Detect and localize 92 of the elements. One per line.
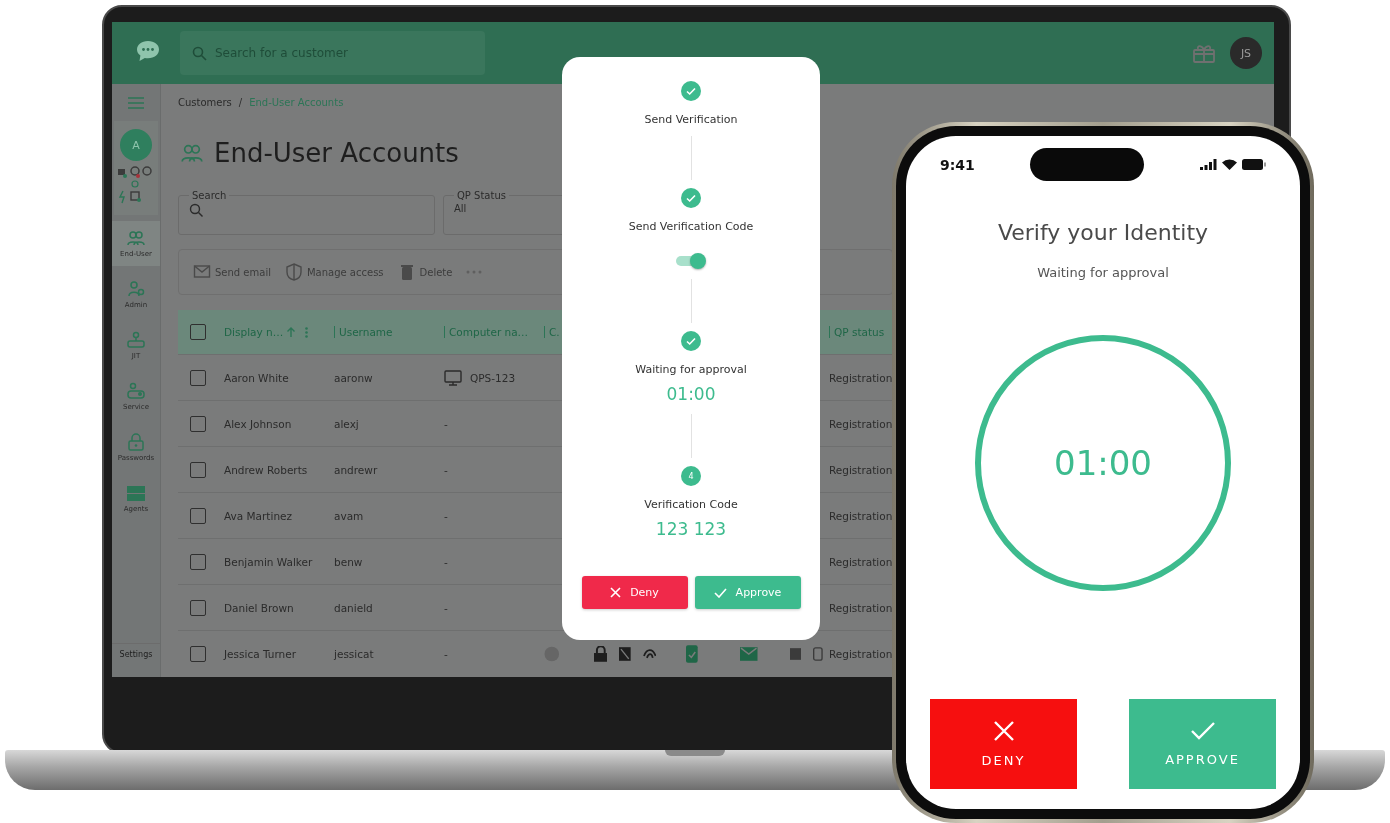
table-cell: Registration [829, 463, 893, 476]
column-header[interactable]: C. [549, 326, 560, 338]
check-icon [713, 587, 727, 598]
table-cell: aaronw [334, 371, 373, 384]
breadcrumb-separator: / [238, 97, 243, 110]
mail-icon [193, 263, 211, 281]
wifi-icon [1222, 159, 1237, 170]
row-checkbox[interactable] [190, 369, 206, 386]
table-cell: - [444, 463, 448, 476]
table-cell: alexj [334, 417, 359, 430]
step-label: Verification Code [644, 498, 738, 511]
table-cell: Benjamin Walker [224, 555, 313, 568]
status-icons-drawing [117, 165, 155, 205]
table-cell: Registration [829, 647, 893, 660]
table-cell: Andrew Roberts [224, 463, 308, 476]
table-cell: jessicat [334, 647, 374, 660]
search-field[interactable]: Search [178, 190, 435, 235]
column-menu-icon [305, 326, 309, 338]
gift-icon [1192, 42, 1216, 64]
row-checkbox[interactable] [190, 415, 206, 432]
fingerprint-icon [642, 647, 657, 660]
table-cell: Registration [829, 509, 893, 522]
phone-check-icon [686, 644, 699, 663]
toggle-switch[interactable] [676, 253, 706, 269]
table-cell: Registration [829, 555, 893, 568]
verification-code: 123 123 [655, 519, 727, 539]
table-cell: Aaron White [224, 371, 289, 384]
search-icon [189, 203, 203, 217]
row-checkbox[interactable] [190, 507, 206, 524]
step-label: Waiting for approval [635, 363, 747, 376]
table-cell: benw [334, 555, 363, 568]
row-checkbox[interactable] [190, 553, 206, 570]
mail-check-icon [740, 646, 758, 661]
row-checkbox[interactable] [190, 645, 206, 662]
table-cell: Daniel Brown [224, 601, 294, 614]
deny-button[interactable]: Deny [581, 576, 688, 609]
people-icon [178, 142, 206, 164]
settings-label[interactable]: Settings [112, 643, 160, 677]
close-icon [610, 587, 622, 598]
table-cell: danield [334, 601, 373, 614]
close-icon [993, 720, 1014, 741]
step-label: Send Verification [644, 113, 738, 126]
step-number: 4 [681, 466, 701, 486]
row-checkbox[interactable] [190, 461, 206, 478]
approve-button[interactable]: APPROVE [1129, 699, 1276, 789]
check-icon [1190, 721, 1215, 740]
screen-title: Verify your Identity [997, 220, 1209, 245]
breadcrumb-link[interactable]: Customers [178, 97, 232, 111]
status-text: Waiting for approval [1037, 265, 1169, 280]
chat-bubble-icon [136, 40, 160, 62]
table-cell: andrewr [334, 463, 378, 476]
user-avatar[interactable]: JS [1230, 37, 1262, 69]
table-cell: - [444, 509, 448, 522]
row-checkbox[interactable] [190, 599, 206, 616]
shield-icon [284, 263, 303, 281]
document-icon [813, 646, 823, 661]
table-cell: Alex Johnson [224, 417, 292, 430]
person-icon [126, 280, 146, 298]
windows-icon [789, 647, 802, 660]
table-cell: QPS-123 [470, 371, 516, 384]
table-cell: - [444, 647, 448, 660]
table-cell: Registration [829, 417, 893, 430]
network-icon [126, 331, 146, 349]
people-icon [126, 229, 146, 247]
deny-button[interactable]: DENY [930, 699, 1077, 789]
person-card-icon [126, 382, 146, 400]
search-icon [192, 46, 207, 61]
column-header[interactable]: QP status [834, 326, 885, 338]
table-cell: Ava Martinez [224, 509, 293, 522]
approve-button[interactable]: Approve [694, 576, 801, 609]
account-avatar[interactable]: A [120, 129, 152, 161]
table-cell: - [444, 417, 448, 430]
lock-icon [593, 645, 608, 662]
countdown-timer: 01:00 [666, 384, 716, 404]
select-all-checkbox[interactable] [190, 324, 206, 340]
countdown-timer: 01:00 [1054, 443, 1152, 483]
signal-icon [1200, 159, 1217, 170]
lock-icon [126, 433, 146, 451]
page-title: End-User Accounts [214, 138, 459, 168]
battery-icon [1242, 159, 1266, 170]
table-cell: Registration [829, 601, 893, 614]
status-time: 9:41 [940, 156, 975, 173]
table-cell: avam [334, 509, 364, 522]
table-cell: - [444, 601, 448, 614]
table-cell: Registration [829, 371, 893, 384]
column-header[interactable]: Display n… [224, 326, 284, 338]
table-cell: - [444, 555, 448, 568]
table-cell: Jessica Turner [224, 647, 296, 660]
tablet-icon [619, 646, 631, 661]
column-header[interactable]: Username [339, 326, 393, 338]
menu-icon [128, 97, 144, 109]
server-icon [126, 484, 146, 502]
